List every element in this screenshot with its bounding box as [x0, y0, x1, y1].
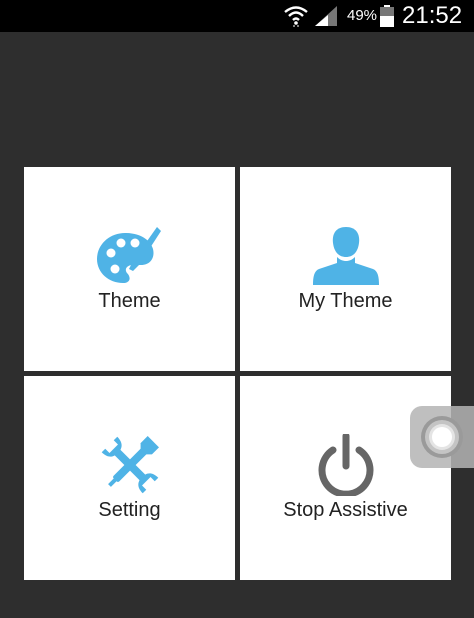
- wifi-icon: [284, 6, 308, 27]
- assistive-touch-button[interactable]: [410, 406, 474, 468]
- tile-label: Setting: [98, 499, 161, 521]
- tools-icon: [101, 436, 159, 494]
- power-icon: [318, 434, 373, 496]
- tile-label: Theme: [98, 290, 161, 312]
- clock: 21:52: [402, 2, 463, 29]
- setting-button[interactable]: Setting: [24, 376, 235, 580]
- palette-icon: [96, 227, 161, 283]
- status-bar: 49% 21:52: [0, 0, 474, 32]
- theme-button[interactable]: Theme: [24, 167, 235, 371]
- battery-icon: [380, 5, 394, 27]
- tile-label: Stop Assistive: [283, 499, 408, 521]
- my-theme-button[interactable]: My Theme: [240, 167, 451, 371]
- person-icon: [312, 227, 379, 285]
- battery-percent: 49%: [347, 7, 378, 24]
- signal-icon: [315, 6, 337, 26]
- tile-label: My Theme: [298, 290, 393, 312]
- assistive-touch-icon: [421, 416, 463, 458]
